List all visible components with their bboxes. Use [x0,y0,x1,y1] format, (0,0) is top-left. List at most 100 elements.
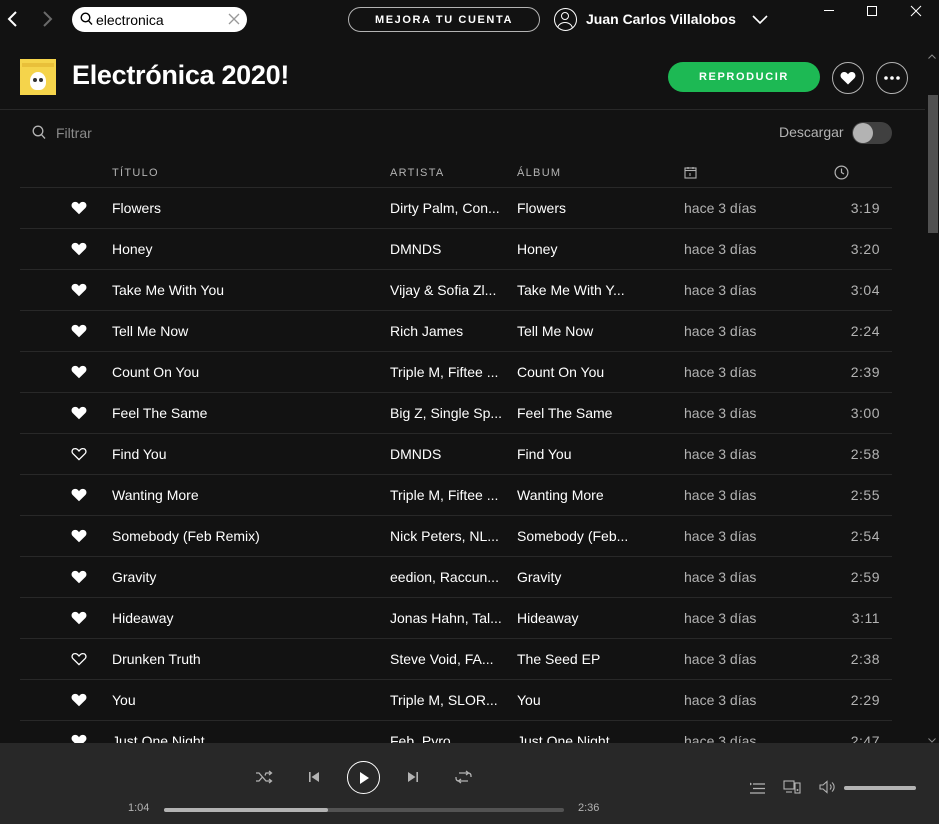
heart-filled-icon[interactable] [71,201,87,220]
track-artist[interactable]: Triple M, Fiftee ... [390,487,506,503]
track-album[interactable]: Feel The Same [517,405,637,421]
track-album[interactable]: Honey [517,241,637,257]
track-title[interactable]: Honey [112,241,382,257]
table-row[interactable]: Honey DMNDS Honey hace 3 días 3:20 [20,229,892,270]
heart-filled-icon[interactable] [71,570,87,589]
table-row[interactable]: Flowers Dirty Palm, Con... Flowers hace 3 d… [20,188,892,229]
close-icon[interactable] [893,0,939,22]
scrollbar-thumb[interactable] [928,95,938,233]
heart-filled-icon[interactable] [71,488,87,507]
track-album[interactable]: Somebody (Feb... [517,528,637,544]
track-artist[interactable]: Feb, Pyro [390,733,506,743]
table-row[interactable]: Gravity eedion, Raccun... Gravity hace 3 dí… [20,557,892,598]
table-row[interactable]: Tell Me Now Rich James Tell Me Now hace 3 d… [20,311,892,352]
play-pause-button[interactable] [347,761,380,794]
track-title[interactable]: Flowers [112,200,382,216]
track-title[interactable]: Take Me With You [112,282,382,298]
maximize-icon[interactable] [849,0,895,22]
heart-outline-icon[interactable] [71,652,87,671]
track-album[interactable]: Flowers [517,200,637,216]
track-title[interactable]: You [112,692,382,708]
track-album[interactable]: Gravity [517,569,637,585]
table-row[interactable]: Find You DMNDS Find You hace 3 días 2:58 [20,434,892,475]
column-header-title[interactable]: TÍTULO [112,167,159,179]
table-row[interactable]: Somebody (Feb Remix) Nick Peters, NL... So… [20,516,892,557]
back-arrow-icon[interactable] [2,8,24,30]
repeat-icon[interactable] [454,769,472,785]
table-row[interactable]: Feel The Same Big Z, Single Sp... Feel The… [20,393,892,434]
devices-icon[interactable] [782,779,802,796]
track-title[interactable]: Just One Night [112,733,382,743]
track-artist[interactable]: Rich James [390,323,506,339]
track-album[interactable]: Find You [517,446,637,462]
track-artist[interactable]: Triple M, SLOR... [390,692,506,708]
upgrade-button[interactable]: MEJORA TU CUENTA [348,7,540,32]
heart-filled-icon[interactable] [71,324,87,343]
track-artist[interactable]: DMNDS [390,446,506,462]
minimize-icon[interactable] [806,0,852,22]
previous-icon[interactable] [306,770,322,784]
play-button[interactable]: REPRODUCIR [668,62,820,92]
table-row[interactable]: Count On You Triple M, Fiftee ... Count On… [20,352,892,393]
progress-bar[interactable] [164,808,564,812]
column-header-album[interactable]: ÁLBUM [517,167,561,179]
username[interactable]: Juan Carlos Villalobos [586,11,736,27]
table-row[interactable]: Drunken Truth Steve Void, FA... The Seed E… [20,639,892,680]
track-title[interactable]: Tell Me Now [112,323,382,339]
volume-icon[interactable] [818,779,836,795]
track-album[interactable]: Tell Me Now [517,323,637,339]
table-row[interactable]: Just One Night Feb, Pyro Just One Night hac… [20,721,892,743]
chevron-down-icon[interactable] [752,12,768,30]
like-playlist-button[interactable] [832,62,864,94]
track-album[interactable]: Hideaway [517,610,637,626]
track-album[interactable]: Just One Night [517,733,637,743]
track-title[interactable]: Count On You [112,364,382,380]
track-artist[interactable]: Steve Void, FA... [390,651,506,667]
table-row[interactable]: You Triple M, SLOR... You hace 3 días 2:29 [20,680,892,721]
track-artist[interactable]: eedion, Raccun... [390,569,506,585]
track-album[interactable]: The Seed EP [517,651,637,667]
volume-slider[interactable] [844,786,916,790]
table-row[interactable]: Wanting More Triple M, Fiftee ... Wanting … [20,475,892,516]
track-album[interactable]: Wanting More [517,487,637,503]
download-toggle[interactable] [852,122,892,144]
clear-icon[interactable] [228,12,240,30]
heart-filled-icon[interactable] [71,365,87,384]
track-artist[interactable]: Vijay & Sofia Zl... [390,282,506,298]
track-artist[interactable]: Big Z, Single Sp... [390,405,506,421]
scrollbar[interactable] [925,40,939,743]
heart-filled-icon[interactable] [71,529,87,548]
track-title[interactable]: Find You [112,446,382,462]
heart-filled-icon[interactable] [71,693,87,712]
track-album[interactable]: Take Me With Y... [517,282,637,298]
calendar-icon[interactable] [684,166,697,182]
track-album[interactable]: Count On You [517,364,637,380]
playlist-cover-image[interactable] [20,59,56,95]
clock-icon[interactable] [834,165,849,183]
track-album[interactable]: You [517,692,637,708]
track-artist[interactable]: DMNDS [390,241,506,257]
column-header-artist[interactable]: ARTISTA [390,167,445,179]
track-artist[interactable]: Nick Peters, NL... [390,528,506,544]
track-artist[interactable]: Triple M, Fiftee ... [390,364,506,380]
heart-filled-icon[interactable] [71,611,87,630]
heart-filled-icon[interactable] [71,734,87,743]
table-row[interactable]: Take Me With You Vijay & Sofia Zl... Take … [20,270,892,311]
table-row[interactable]: Hideaway Jonas Hahn, Tal... Hideaway hace 3… [20,598,892,639]
search-input[interactable]: electronica [72,7,247,32]
more-options-button[interactable] [876,62,908,94]
heart-filled-icon[interactable] [71,283,87,302]
forward-arrow-icon[interactable] [36,8,58,30]
heart-filled-icon[interactable] [71,242,87,261]
user-icon[interactable] [554,8,577,31]
filter-input[interactable] [56,124,256,142]
track-title[interactable]: Feel The Same [112,405,382,421]
heart-filled-icon[interactable] [71,406,87,425]
scroll-up-icon[interactable] [928,46,936,64]
track-title[interactable]: Gravity [112,569,382,585]
track-title[interactable]: Somebody (Feb Remix) [112,528,382,544]
next-icon[interactable] [405,770,421,784]
track-title[interactable]: Hideaway [112,610,382,626]
heart-outline-icon[interactable] [71,447,87,466]
track-artist[interactable]: Jonas Hahn, Tal... [390,610,506,626]
